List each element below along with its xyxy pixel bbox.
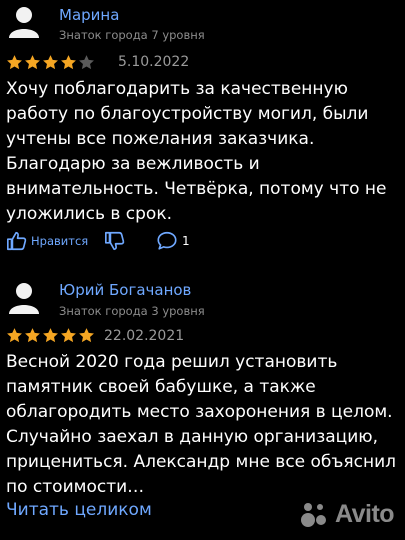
avito-logo-icon [301, 502, 326, 527]
rating-stars [6, 327, 95, 344]
comment-count: 1 [182, 234, 190, 248]
star-filled-icon [25, 55, 40, 70]
review-date: 5.10.2022 [118, 54, 190, 70]
user-avatar-icon[interactable] [6, 4, 42, 40]
star-filled-icon [7, 55, 22, 70]
star-filled-icon [43, 328, 58, 343]
comment-bubble-icon [157, 231, 177, 250]
star-empty-icon [79, 55, 94, 70]
review-author[interactable]: Марина [59, 6, 119, 24]
avito-watermark-text: Avito [335, 500, 395, 528]
star-filled-icon [43, 55, 58, 70]
thumbs-up-icon [7, 231, 27, 251]
comment-button[interactable]: 1 [156, 230, 190, 252]
review-date: 22.02.2021 [104, 328, 185, 344]
like-label: Нравится [31, 234, 89, 248]
review-author[interactable]: Юрий Богачанов [59, 281, 191, 299]
author-level: Знаток города 7 уровня [59, 28, 205, 42]
review-text: Весной 2020 года решил установить памятн… [6, 352, 397, 497]
thumbs-down-icon [105, 231, 125, 251]
avito-watermark: Avito [300, 500, 395, 529]
review-actions: Нравится 1 [6, 230, 206, 252]
dislike-button[interactable] [104, 230, 126, 256]
star-filled-icon [7, 328, 22, 343]
review-card: Марина Знаток города 7 уровня 5.10.2022 … [0, 0, 405, 260]
read-more-link[interactable]: Читать целиком [6, 500, 152, 520]
star-filled-icon [25, 328, 40, 343]
star-filled-icon [79, 328, 94, 343]
rating-stars [6, 54, 95, 71]
like-button[interactable]: Нравится [6, 230, 88, 252]
author-level: Знаток города 3 уровня [59, 304, 205, 318]
review-text: Хочу поблагодарить за качественную работ… [6, 79, 387, 224]
star-filled-icon [61, 328, 76, 343]
star-filled-icon [61, 55, 76, 70]
user-avatar-icon[interactable] [6, 280, 42, 316]
